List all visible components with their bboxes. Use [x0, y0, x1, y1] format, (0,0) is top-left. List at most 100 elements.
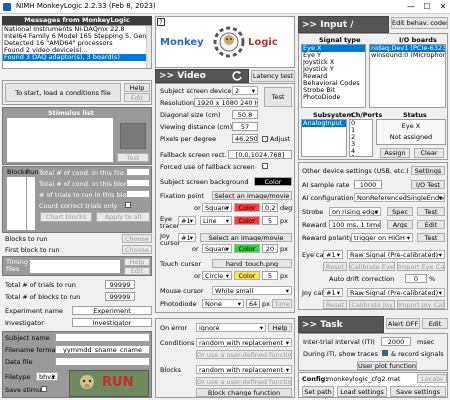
- blocks-to-run-choose[interactable]: Choose: [122, 234, 152, 243]
- help-icon[interactable]: ?: [157, 18, 165, 26]
- forced-fallback-checkbox[interactable]: [262, 163, 268, 169]
- refresh-icon[interactable]: [231, 70, 243, 82]
- task-edit-button[interactable]: Edit: [422, 318, 448, 329]
- blocks-order-select[interactable]: random with replacement: [196, 365, 292, 374]
- import-joy-cal-button[interactable]: Import Joy Cal: [397, 300, 445, 309]
- eye-tracer-num-select[interactable]: #1: [178, 216, 196, 225]
- drift-field[interactable]: 0: [405, 274, 427, 283]
- ai-rate-field[interactable]: 1000: [354, 180, 382, 189]
- eye-tracer-color-button[interactable]: Color: [234, 216, 260, 225]
- fixation-select-image[interactable]: Select an image/movie: [212, 191, 292, 200]
- data-file-field[interactable]: [55, 357, 150, 366]
- save-settings-button[interactable]: Save settings: [390, 386, 446, 397]
- conditions-help-button[interactable]: Help: [124, 83, 150, 92]
- eye-tracer-shape-select[interactable]: Line: [200, 216, 232, 225]
- filetype-select[interactable]: bhv2: [36, 372, 58, 381]
- fixation-size-field[interactable]: 0.2: [262, 203, 278, 212]
- minimize-icon[interactable]: —: [404, 1, 418, 12]
- timing-edit-button[interactable]: Edit: [124, 267, 150, 275]
- touch-cursor-file-button[interactable]: hand_touch.png: [212, 259, 292, 268]
- block-change-function-button[interactable]: Block change function: [196, 388, 292, 397]
- conditions-edit-button[interactable]: Edit: [124, 93, 150, 102]
- eye-cal-num-select[interactable]: #1: [323, 250, 343, 259]
- set-path-button[interactable]: Set path: [302, 386, 334, 397]
- stimulus-test-button[interactable]: Test: [117, 153, 149, 162]
- total-blocks-field[interactable]: 99999: [105, 292, 135, 301]
- touch-cursor-color-button[interactable]: Color: [234, 271, 260, 280]
- subsystem-list[interactable]: AnalogInput: [301, 119, 347, 157]
- io-test-button[interactable]: I/O Test: [411, 180, 445, 189]
- save-stimuli-checkbox[interactable]: [41, 386, 47, 392]
- photodiode-tune-button[interactable]: Tune: [272, 299, 292, 308]
- resolution-field[interactable]: 1920 x 1080 240 Hz: [194, 98, 258, 107]
- calibrate-joy-button[interactable]: Calibrate Joy: [349, 300, 395, 309]
- eye-tracer-size-field[interactable]: 5: [262, 216, 278, 225]
- strobe-select[interactable]: on rising edge: [329, 207, 381, 216]
- timing-help-button[interactable]: Help: [124, 258, 150, 266]
- photodiode-size-field[interactable]: 64: [246, 299, 260, 308]
- fixation-shape-select[interactable]: Square: [202, 203, 232, 212]
- timing-files-list[interactable]: [29, 259, 121, 274]
- filename-format-field[interactable]: yymmdd_sname_cname: [55, 345, 150, 354]
- fixation-color-button[interactable]: Color: [234, 203, 260, 212]
- joy-cursor-shape-select[interactable]: Square: [202, 244, 232, 253]
- reward-edit-button[interactable]: Edit: [417, 220, 445, 229]
- photodiode-select[interactable]: None: [202, 299, 244, 308]
- subject-name-field[interactable]: [55, 333, 150, 342]
- load-conditions-button[interactable]: To start, load a conditions file: [5, 83, 121, 102]
- touch-cursor-size-field[interactable]: 5: [262, 271, 278, 280]
- user-plot-button[interactable]: User plot function: [357, 361, 417, 370]
- maximize-icon[interactable]: ☐: [420, 1, 434, 12]
- distance-field[interactable]: 57: [232, 122, 258, 131]
- video-test-button[interactable]: Test: [264, 87, 292, 107]
- first-block-choose[interactable]: Choose: [122, 245, 152, 254]
- background-color-button[interactable]: Color: [254, 177, 292, 186]
- mouse-cursor-select[interactable]: White small: [212, 286, 292, 295]
- iti-field[interactable]: 2000: [381, 337, 411, 346]
- import-eye-cal-button[interactable]: Import Eye Cal: [397, 262, 445, 271]
- run-button[interactable]: RUN: [69, 370, 149, 397]
- signal-type-list[interactable]: Eye X Eye Y Joystick X Joystick Y Reward Beha…: [301, 44, 366, 108]
- strobe-test-button[interactable]: Test: [417, 207, 445, 216]
- clear-button[interactable]: Clear: [414, 148, 444, 158]
- joy-cursor-num-select[interactable]: #1: [178, 233, 196, 242]
- message-item[interactable]: Found 3 DAQ adaptor(s), 3 board(s): [3, 54, 151, 61]
- chart-blocks-button[interactable]: Chart blocks: [40, 212, 92, 222]
- eye-cal-select[interactable]: Raw Signal (Pre-calibrated): [347, 250, 445, 259]
- io-boards-list[interactable]: nidaq:Dev1 (PCIe-6323) winsound:0 (Microp…: [369, 44, 446, 108]
- reward-polarity-select[interactable]: trigger on HIGH: [351, 233, 413, 242]
- strobe-spec-button[interactable]: Spec: [387, 207, 413, 216]
- joy-cursor-size-field[interactable]: 20: [262, 244, 278, 253]
- run-checkboxes[interactable]: [26, 176, 36, 231]
- locate-button[interactable]: Locate: [417, 374, 447, 383]
- apply-all-button[interactable]: Apply to all: [96, 212, 150, 222]
- alert-off-button[interactable]: Alert OFF: [386, 318, 420, 329]
- subject-device-select[interactable]: 2: [232, 86, 258, 95]
- blocks-user-func-button[interactable]: Or use a user-defined function: [196, 377, 292, 386]
- assign-button[interactable]: Assign: [380, 148, 410, 158]
- stimulus-list[interactable]: [6, 117, 114, 163]
- total-trials-field[interactable]: 99999: [105, 280, 135, 289]
- joy-cal-reset-button[interactable]: Reset: [323, 300, 347, 309]
- latency-test-button[interactable]: Latency test: [251, 70, 295, 82]
- joy-cursor-select-image[interactable]: Select an image/movie: [200, 233, 292, 242]
- subsystem-item[interactable]: AnalogInput: [302, 120, 346, 127]
- reward-args-button[interactable]: Args: [387, 220, 413, 229]
- io-board-item[interactable]: winsound:0 (Microphone): [370, 52, 445, 59]
- messages-list[interactable]: National Instruments NI-DAQmx 22.8 Intel6…: [2, 25, 152, 69]
- reward-field[interactable]: 100 ms, 1 time(s): [329, 220, 381, 229]
- close-icon[interactable]: ✕: [436, 1, 450, 12]
- task-help-button[interactable]: Help: [268, 323, 292, 332]
- conditions-user-func-button[interactable]: Or use a user-defined function: [196, 350, 292, 359]
- fallback-field[interactable]: [0,0,1024,768]: [228, 150, 292, 159]
- joy-cursor-color-button[interactable]: Color: [234, 244, 260, 253]
- reward-test-button[interactable]: Test: [417, 233, 445, 242]
- show-traces-checkbox[interactable]: [382, 350, 388, 356]
- calibrate-eye-button[interactable]: Calibrate Eye: [349, 262, 395, 271]
- eye-cal-reset-button[interactable]: Reset: [323, 262, 347, 271]
- channels-list[interactable]: 012345678: [349, 119, 373, 157]
- other-settings-button[interactable]: Settings: [411, 166, 445, 175]
- touch-cursor-shape-select[interactable]: Circle: [202, 271, 232, 280]
- channel-item[interactable]: 5: [350, 155, 372, 157]
- joy-cal-num-select[interactable]: #1: [323, 288, 343, 297]
